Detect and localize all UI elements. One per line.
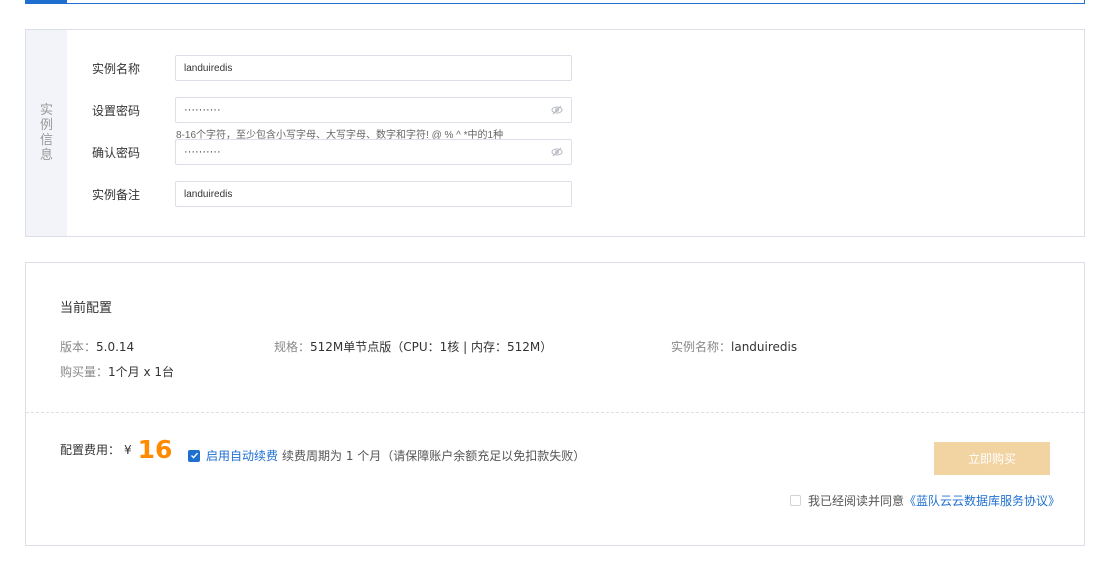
quantity-info: 购买量：1个月 x 1台 [60,363,174,380]
buy-now-button[interactable]: 立即购买 [934,442,1050,475]
confirm-row: 确认密码 ·········· [92,139,572,165]
instance-name-info: 实例名称：landuiredis [671,338,797,355]
dashed-divider [26,412,1084,413]
confirm-password-value: ·········· [184,146,221,158]
instance-info-panel: 实例信息 实例名称 landuiredis 设置密码 ·········· 8-… [25,29,1085,237]
agreement-text: 我已经阅读并同意 [808,494,905,508]
remark-value: landuiredis [184,188,233,200]
spec-info: 规格：512M单节点版（CPU：1核 | 内存：512M） [274,338,552,355]
agreement-link[interactable]: 《蓝队云云数据库服务协议》 [904,492,1060,509]
top-tab-strip [25,0,1085,4]
version-value: 5.0.14 [96,340,135,354]
active-tab-indicator [25,0,67,4]
eye-hidden-icon[interactable] [551,104,563,116]
spec-label: 规格： [274,340,311,354]
password-value: ·········· [184,104,221,116]
currency-symbol: ¥ [124,442,132,457]
agreement-checkbox[interactable] [790,495,801,506]
instance-name-input[interactable]: landuiredis [175,55,572,81]
confirm-password-label: 确认密码 [92,145,141,160]
fee-summary: 配置费用： ¥ 16 [60,435,172,464]
password-input[interactable]: ·········· [175,97,572,123]
quantity-label: 购买量： [60,365,109,379]
side-tab-title: 实例信息 [39,103,53,163]
instance-name-label: 实例名称 [92,61,141,76]
remark-row: 实例备注 landuiredis [92,181,572,207]
instance-name-value: landuiredis [184,62,233,74]
agreement-option[interactable]: 我已经阅读并同意 《蓝队云云数据库服务协议》 [790,492,1060,509]
confirm-password-input[interactable]: ·········· [175,139,572,165]
name-row: 实例名称 landuiredis [92,55,572,81]
config-title: 当前配置 [60,301,113,316]
auto-renew-label[interactable]: 启用自动续费 [206,447,278,464]
spec-value: 512M单节点版（CPU：1核 | 内存：512M） [310,340,553,354]
eye-hidden-icon[interactable] [551,146,563,158]
auto-renew-checkbox[interactable] [188,449,200,462]
auto-renew-desc: 续费周期为 1 个月（请保障账户余额充足以免扣款失败） [282,449,586,463]
instance-info-side-tab: 实例信息 [26,30,67,236]
version-info: 版本：5.0.14 [60,338,134,355]
instance-name-info-label: 实例名称： [671,340,732,354]
remark-input[interactable]: landuiredis [175,181,572,207]
checkmark-icon [190,452,198,459]
password-label: 设置密码 [92,103,141,118]
instance-name-info-value: landuiredis [731,340,798,354]
current-config-panel: 当前配置 版本：5.0.14 规格：512M单节点版（CPU：1核 | 内存：5… [25,262,1085,546]
password-row: 设置密码 ·········· [92,97,572,123]
auto-renew-option[interactable]: 启用自动续费 续费周期为 1 个月（请保障账户余额充足以免扣款失败） [188,447,585,464]
fee-amount: 16 [137,435,173,464]
version-label: 版本： [60,340,97,354]
quantity-value: 1个月 x 1台 [108,365,175,379]
fee-label: 配置费用： [60,443,121,457]
remark-label: 实例备注 [92,187,141,202]
